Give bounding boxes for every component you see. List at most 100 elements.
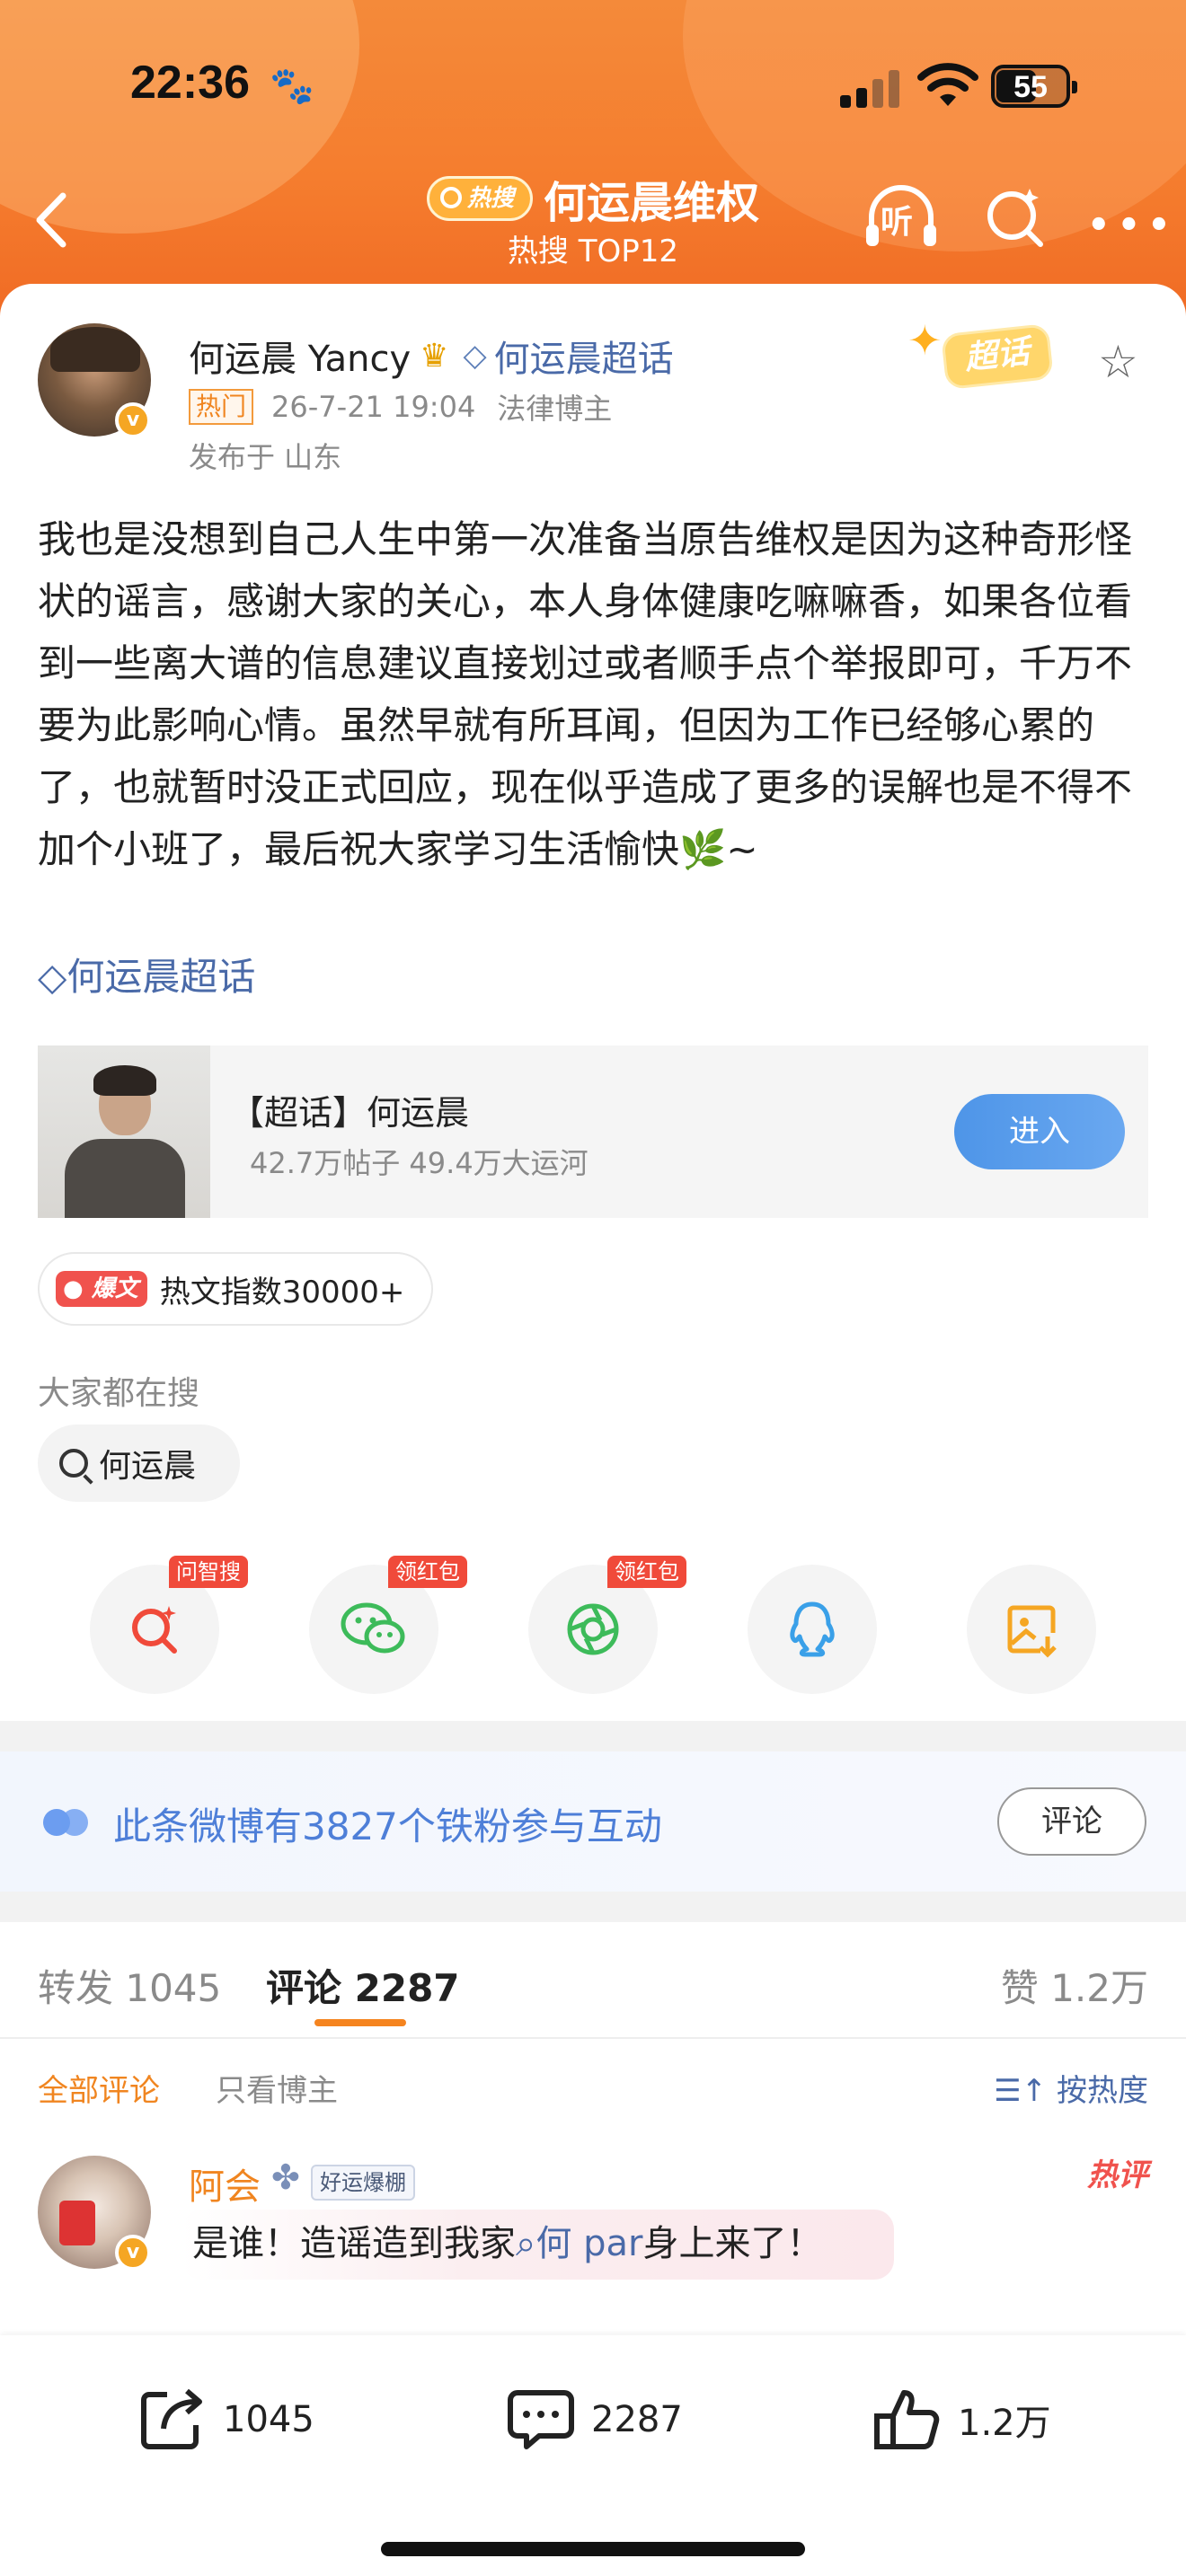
save-image-icon [1007, 1605, 1057, 1658]
fans-icon [43, 1809, 90, 1836]
enter-button[interactable]: 进入 [954, 1094, 1125, 1169]
chaohua-label: 超话 [941, 322, 1054, 391]
crown-icon: ♛ [420, 337, 449, 375]
interaction-tabs: 转发 1045 评论 2287 赞 1.2万 [0, 1922, 1186, 2039]
favorite-star-icon[interactable]: ☆ [1098, 336, 1138, 388]
super-topic-name: 【超话】何运晨 [230, 1093, 470, 1133]
qq-icon [790, 1601, 835, 1657]
share-wechat[interactable]: 领红包 [309, 1556, 467, 1694]
author-name[interactable]: 何运晨 Yancy [189, 330, 411, 382]
topic-link[interactable]: 何运晨超话 [494, 330, 674, 382]
trending-search-text: 何运晨 [99, 1448, 197, 1485]
active-tab-indicator [314, 2019, 406, 2026]
hot-article-text: 热文指数30000+ [159, 1274, 405, 1310]
post-text-tail: ~ [726, 827, 758, 871]
wenzhisou-icon [132, 1606, 177, 1654]
share-moments[interactable]: 领红包 [528, 1556, 686, 1694]
leaf-emoji-icon: 🌿 [679, 827, 727, 871]
section-divider [0, 1721, 1186, 1751]
comment-count: 2287 [591, 2399, 683, 2440]
bottom-action-bar: 1045 2287 1.2万 [0, 2335, 1186, 2576]
sparkle-icon: ✦ [907, 316, 943, 365]
super-topic-stats: 42.7万帖子 49.4万大运河 [250, 1146, 589, 1180]
battery-level: 55 [1013, 70, 1048, 104]
diamond-icon: ◇ [38, 955, 67, 999]
author-row: 何运晨 Yancy ♛ ◇ 何运晨超话 [189, 329, 674, 383]
fans-text: 此条微博有3827个铁粉参与互动 [113, 1804, 662, 1848]
tab-comment[interactable]: 评论 2287 [266, 1958, 460, 2013]
status-time: 22:36 [130, 57, 250, 109]
home-indicator [381, 2542, 805, 2556]
post-content: 我也是没想到自己人生中第一次准备当原告维权是因为这种奇形怪状的谣言，感谢大家的关… [38, 508, 1152, 880]
post-card: v 何运晨 Yancy ♛ ◇ 何运晨超话 热门 26-7-21 19:04 法… [0, 284, 1186, 1721]
topic-link-bottom[interactable]: ◇何运晨超话 [38, 947, 255, 1001]
listen-button[interactable]: 听 [863, 181, 940, 253]
sort-button[interactable]: ☰↑ 按热度 [994, 2066, 1148, 2110]
filter-owner-only[interactable]: 只看博主 [216, 2066, 338, 2110]
filter-all-comments[interactable]: 全部评论 [38, 2066, 160, 2110]
wechat-icon [341, 1602, 405, 1654]
hot-tag: 热门 [189, 389, 254, 425]
nav-bar: 热搜 何运晨维权 热搜 TOP12 听 ••• [0, 162, 1186, 287]
hot-search-pill: 热搜 [426, 176, 533, 221]
comment-icon [508, 2390, 574, 2449]
comment-mention-label: 何 par [535, 2223, 643, 2264]
topic-link-bottom-label: 何运晨超话 [66, 955, 256, 999]
comment-text: 是谁！造谣造到我家⌕何 par身上来了！ [192, 2223, 822, 2264]
share-tag: 领红包 [388, 1556, 467, 1588]
signal-icon [840, 68, 903, 108]
super-topic-card[interactable]: 【超话】何运晨 42.7万帖子 49.4万大运河 进入 [38, 1045, 1148, 1218]
more-button[interactable]: ••• [1087, 205, 1178, 246]
comment-item: v 阿会 ✤ 好运爆棚 热评 是谁！造谣造到我家⌕何 par身上来了！ [0, 2138, 1186, 2344]
section-divider [0, 1892, 1186, 1922]
paw-icon: 🐾 [270, 66, 314, 107]
moments-icon [567, 1603, 619, 1655]
comment-filter: 全部评论 只看博主 ☰↑ 按热度 [0, 2041, 1186, 2130]
share-wenzhisou[interactable]: 问智搜 [90, 1556, 248, 1694]
comment-action[interactable]: 2287 [505, 2375, 683, 2465]
post-location: 发布于 山东 [189, 440, 342, 474]
sort-icon: ☰↑ [994, 2073, 1057, 2109]
hot-article-badge: ● 爆文 [56, 1271, 147, 1307]
post-meta: 热门 26-7-21 19:04 法律博主 [189, 386, 612, 428]
clover-icon: ✤ [271, 2157, 300, 2197]
tab-like[interactable]: 赞 1.2万 [1001, 1958, 1148, 2013]
trending-search-label: 大家都在搜 [38, 1375, 200, 1412]
commenter-name[interactable]: 阿会 [189, 2157, 261, 2210]
search-button[interactable] [979, 181, 1051, 253]
hot-pill-label: 热搜 [466, 185, 514, 212]
hot-comment-tag: 热评 [1087, 2157, 1148, 2193]
battery-icon: 55 [991, 65, 1077, 108]
author-role: 法律博主 [497, 392, 613, 426]
comment-text-part: 身上来了！ [642, 2223, 823, 2264]
sort-label: 按热度 [1057, 2073, 1148, 2109]
status-bar: 22:36 🐾 55 [0, 0, 1186, 171]
share-save-image[interactable] [967, 1565, 1096, 1694]
like-count: 1.2万 [958, 2403, 1051, 2444]
verified-badge: v [115, 2235, 151, 2271]
share-qq[interactable] [748, 1565, 877, 1694]
commenter-badge: 好运爆棚 [311, 2165, 415, 2201]
listen-label: 听 [881, 204, 914, 241]
chaohua-badge[interactable]: ✦ 超话 [907, 316, 1060, 397]
comment-bubble[interactable]: 是谁！造谣造到我家⌕何 par身上来了！ [181, 2210, 895, 2280]
tab-repost[interactable]: 转发 1045 [38, 1958, 221, 2013]
comment-text-part: 是谁！造谣造到我家 [192, 2223, 516, 2264]
post-text: 我也是没想到自己人生中第一次准备当原告维权是因为这种奇形怪状的谣言，感谢大家的关… [38, 517, 1133, 871]
page-title: 何运晨维权 [544, 178, 760, 228]
repost-action[interactable]: 1045 [137, 2375, 314, 2465]
wifi-icon [917, 63, 978, 106]
diamond-icon: ◇ [463, 338, 487, 374]
hot-article-chip[interactable]: ● 爆文 热文指数30000+ [38, 1252, 434, 1326]
thumbs-up-icon [874, 2390, 940, 2449]
like-action[interactable]: 1.2万 [872, 2375, 1051, 2465]
share-tag: 领红包 [607, 1556, 686, 1588]
comment-mention-link[interactable]: ⌕何 par [516, 2223, 642, 2264]
trending-search-chip[interactable]: 何运晨 [38, 1425, 240, 1502]
repost-icon [141, 2388, 202, 2449]
comment-button[interactable]: 评论 [997, 1787, 1146, 1856]
fans-banner[interactable]: 此条微博有3827个铁粉参与互动 评论 [0, 1751, 1186, 1892]
post-timestamp: 26-7-21 19:04 [271, 390, 476, 424]
search-icon [439, 187, 462, 208]
verified-badge: v [115, 402, 151, 438]
